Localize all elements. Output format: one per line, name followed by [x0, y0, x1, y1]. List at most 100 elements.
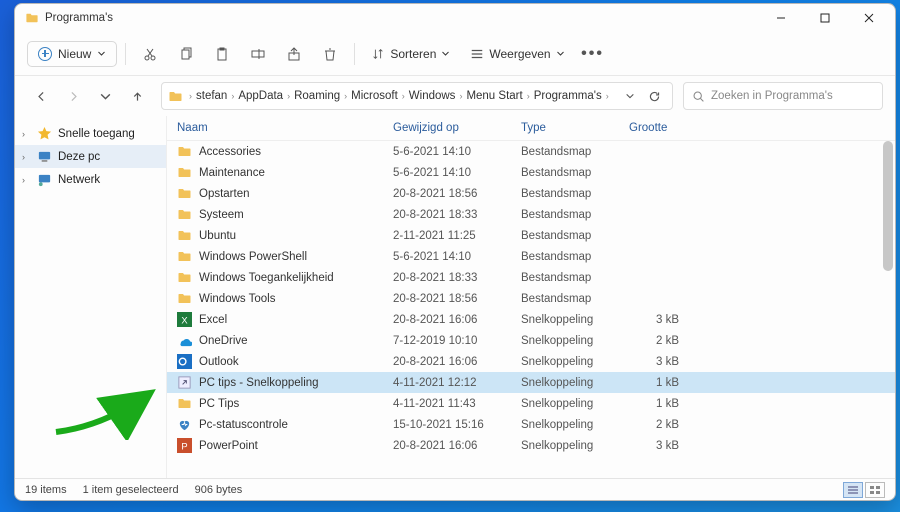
refresh-button[interactable] — [642, 90, 666, 103]
file-row[interactable]: PPowerPoint20-8-2021 16:06Snelkoppeling3… — [167, 435, 895, 456]
close-button[interactable] — [847, 4, 891, 32]
column-headers[interactable]: Naam Gewijzigd op Type Grootte — [167, 116, 895, 141]
file-list[interactable]: Accessories5-6-2021 14:10BestandsmapMain… — [167, 141, 895, 478]
minimize-button[interactable] — [759, 4, 803, 32]
recent-button[interactable] — [91, 82, 119, 110]
navigation-pane[interactable]: ›Snelle toegang›Deze pc › Netwerk — [15, 116, 167, 478]
rename-button[interactable] — [242, 38, 274, 70]
icons-view-button[interactable] — [865, 482, 885, 498]
file-name: Accessories — [199, 146, 261, 158]
crumb-windows[interactable]: Windows — [407, 90, 458, 102]
file-name: Maintenance — [199, 167, 265, 179]
sidebar-label: Netwerk — [58, 174, 100, 186]
forward-button[interactable] — [59, 82, 87, 110]
file-row[interactable]: PC tips - Snelkoppeling4-11-2021 12:12Sn… — [167, 372, 895, 393]
crumb-appdata[interactable]: AppData — [236, 90, 285, 102]
file-row[interactable]: Accessories5-6-2021 14:10Bestandsmap — [167, 141, 895, 162]
search-input[interactable]: Zoeken in Programma's — [683, 82, 883, 110]
file-name: Windows Tools — [199, 293, 276, 305]
search-icon — [692, 90, 705, 103]
file-type: Snelkoppeling — [521, 314, 629, 326]
chevron-icon: › — [22, 175, 31, 185]
crumb-stefan[interactable]: stefan — [194, 90, 229, 102]
file-row[interactable]: Outlook20-8-2021 16:06Snelkoppeling3 kB — [167, 351, 895, 372]
crumb-microsoft[interactable]: Microsoft — [349, 90, 400, 102]
file-modified: 20-8-2021 18:56 — [393, 188, 521, 200]
crumb-sep: › — [400, 91, 407, 101]
sort-label: Sorteren — [390, 47, 436, 61]
file-row[interactable]: Pc-statuscontrole15-10-2021 15:16Snelkop… — [167, 414, 895, 435]
file-size: 3 kB — [629, 356, 679, 368]
crumb-programma's[interactable]: Programma's — [532, 90, 604, 102]
file-type: Bestandsmap — [521, 293, 629, 305]
sidebar-item-netwerk[interactable]: › Netwerk — [15, 168, 166, 191]
file-row[interactable]: Maintenance5-6-2021 14:10Bestandsmap — [167, 162, 895, 183]
col-modified[interactable]: Gewijzigd op — [393, 122, 521, 134]
separator — [125, 43, 126, 65]
address-dropdown[interactable] — [618, 90, 642, 103]
file-row[interactable]: Systeem20-8-2021 18:33Bestandsmap — [167, 204, 895, 225]
new-label: Nieuw — [58, 47, 91, 61]
col-type[interactable]: Type — [521, 122, 629, 134]
file-modified: 7-12-2019 10:10 — [393, 335, 521, 347]
file-row[interactable]: Opstarten20-8-2021 18:56Bestandsmap — [167, 183, 895, 204]
file-name: Ubuntu — [199, 230, 236, 242]
item-count: 19 items — [25, 484, 67, 496]
copy-button[interactable] — [170, 38, 202, 70]
window-controls — [759, 4, 891, 32]
more-button[interactable]: ••• — [577, 38, 609, 70]
file-type: Snelkoppeling — [521, 335, 629, 347]
file-name: Pc-statuscontrole — [199, 419, 288, 431]
address-bar[interactable]: › stefan›AppData›Roaming›Microsoft›Windo… — [161, 82, 673, 110]
file-type: Bestandsmap — [521, 272, 629, 284]
maximize-button[interactable] — [803, 4, 847, 32]
crumb-roaming[interactable]: Roaming — [292, 90, 342, 102]
delete-button[interactable] — [314, 38, 346, 70]
sidebar-item-snelle-toegang[interactable]: ›Snelle toegang — [15, 122, 166, 145]
file-row[interactable]: PC Tips4-11-2021 11:43Snelkoppeling1 kB — [167, 393, 895, 414]
sidebar-item-deze-pc[interactable]: ›Deze pc — [15, 145, 166, 168]
file-type: Snelkoppeling — [521, 356, 629, 368]
up-button[interactable] — [123, 82, 151, 110]
file-size: 2 kB — [629, 335, 679, 347]
file-name: PC Tips — [199, 398, 239, 410]
col-size[interactable]: Grootte — [629, 122, 667, 134]
file-type: Bestandsmap — [521, 230, 629, 242]
scrollbar[interactable] — [881, 141, 893, 478]
file-row[interactable]: Windows Toegankelijkheid20-8-2021 18:33B… — [167, 267, 895, 288]
selection-size: 906 bytes — [195, 484, 243, 496]
chevron-down-icon — [441, 49, 450, 58]
file-type: Snelkoppeling — [521, 440, 629, 452]
titlebar[interactable]: Programma's — [15, 4, 895, 32]
chevron-down-icon — [97, 49, 106, 58]
file-row[interactable]: Windows PowerShell5-6-2021 14:10Bestands… — [167, 246, 895, 267]
layout-icon — [470, 47, 484, 61]
file-type: Bestandsmap — [521, 167, 629, 179]
file-name: Outlook — [199, 356, 239, 368]
file-name: PC tips - Snelkoppeling — [199, 377, 319, 389]
file-row[interactable]: Windows Tools20-8-2021 18:56Bestandsmap — [167, 288, 895, 309]
status-bar: 19 items 1 item geselecteerd 906 bytes — [15, 478, 895, 500]
paste-button[interactable] — [206, 38, 238, 70]
folder-icon — [25, 11, 39, 25]
dots-icon: ••• — [581, 45, 604, 63]
file-row[interactable]: Ubuntu2-11-2021 11:25Bestandsmap — [167, 225, 895, 246]
cut-button[interactable] — [134, 38, 166, 70]
crumb-menu start[interactable]: Menu Start — [464, 90, 524, 102]
breadcrumb[interactable]: stefan›AppData›Roaming›Microsoft›Windows… — [194, 90, 611, 102]
back-button[interactable] — [27, 82, 55, 110]
new-button[interactable]: Nieuw — [27, 41, 117, 67]
file-row[interactable]: OneDrive7-12-2019 10:10Snelkoppeling2 kB — [167, 330, 895, 351]
col-name[interactable]: Naam — [177, 122, 393, 134]
share-button[interactable] — [278, 38, 310, 70]
command-bar: Nieuw Sorteren Weergeven ••• — [15, 32, 895, 76]
folder-icon — [168, 89, 183, 104]
file-name: PowerPoint — [199, 440, 258, 452]
svg-text:P: P — [181, 441, 187, 451]
scrollbar-thumb[interactable] — [883, 141, 893, 271]
view-button[interactable]: Weergeven — [462, 42, 572, 66]
details-view-button[interactable] — [843, 482, 863, 498]
file-row[interactable]: XExcel20-8-2021 16:06Snelkoppeling3 kB — [167, 309, 895, 330]
sort-button[interactable]: Sorteren — [363, 42, 458, 66]
file-size: 3 kB — [629, 440, 679, 452]
